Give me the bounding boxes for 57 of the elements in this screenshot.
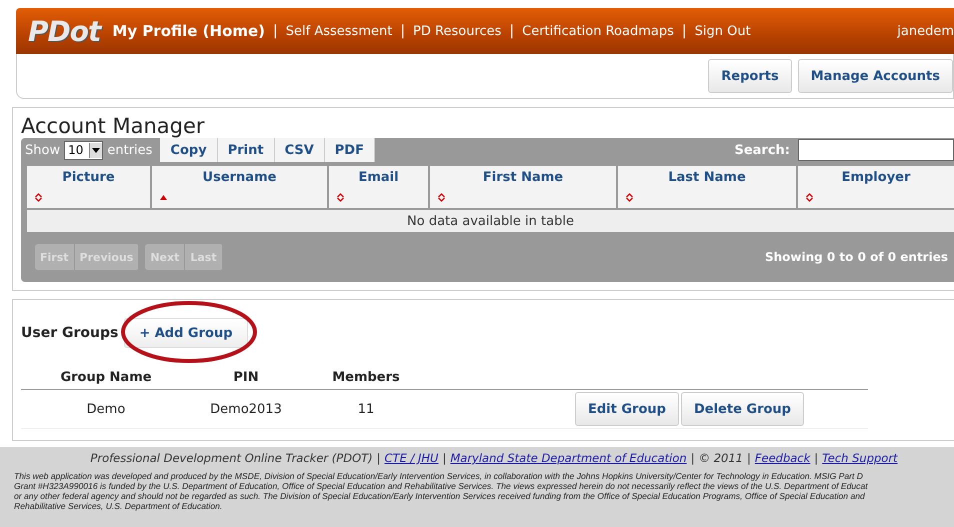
caret-icon bbox=[92, 148, 100, 152]
table-cell: 11 bbox=[301, 390, 431, 429]
show-label: Show bbox=[25, 142, 60, 158]
separator: | bbox=[682, 23, 687, 39]
column-header[interactable]: First Name bbox=[430, 166, 616, 208]
export-button[interactable]: CSV bbox=[274, 138, 325, 162]
logo: PDot bbox=[28, 14, 100, 48]
toolbar-button[interactable]: Manage Accounts bbox=[798, 59, 953, 93]
separator: | bbox=[400, 23, 406, 39]
table-cell: Demo2013 bbox=[191, 390, 301, 429]
disclaimer-line: or any other federal agency and should not be regarded as such. The Division of Special Education/Early Intervention Services received funding from the Office of Special Education Programs, Office of Special Education and bbox=[14, 491, 866, 501]
nav-link[interactable]: My Profile (Home) bbox=[112, 22, 266, 40]
search-label: Search: bbox=[734, 142, 790, 158]
column-header[interactable]: Email bbox=[329, 166, 428, 208]
separator: | bbox=[442, 451, 446, 465]
footer-link[interactable]: Tech Support bbox=[822, 451, 898, 465]
column-header: Members bbox=[301, 366, 431, 390]
column-header: Group Name bbox=[21, 366, 191, 390]
search-field[interactable] bbox=[798, 139, 954, 161]
table-info: Showing 0 to 0 of 0 entries bbox=[764, 250, 948, 264]
nav-link[interactable]: Sign Out bbox=[694, 24, 751, 38]
group-action-button[interactable]: Delete Group bbox=[680, 392, 804, 426]
column-header: PIN bbox=[191, 366, 301, 390]
footer-link[interactable]: CTE / JHU bbox=[384, 451, 438, 465]
export-button[interactable]: PDF bbox=[324, 138, 375, 162]
separator: | bbox=[814, 451, 818, 465]
nav-link[interactable]: Certification Roadmaps bbox=[522, 24, 674, 38]
toolbar-button[interactable]: Reports bbox=[708, 59, 792, 93]
footer-text: © 2011 bbox=[698, 451, 743, 465]
table-cell: Demo bbox=[21, 390, 191, 429]
empty-message: No data available in table bbox=[27, 210, 954, 232]
export-button[interactable]: Print bbox=[218, 138, 275, 162]
disclaimer-line: Grant #H323A990016 is funded by the U.S. Department of Education, Office of Special Education and Rehabilitative Services. The views expressed herein do not necessarily reflect the views of the U.S. Department of Educat bbox=[14, 481, 869, 491]
export-button[interactable]: Copy bbox=[160, 138, 218, 162]
column-header[interactable]: Employer bbox=[798, 166, 954, 208]
nav-link[interactable]: Self Assessment bbox=[286, 24, 392, 38]
group-action-button[interactable]: Edit Group bbox=[575, 392, 679, 426]
panel-title: Account Manager bbox=[21, 114, 206, 138]
entries-label: entries bbox=[107, 142, 152, 158]
add-group-button[interactable]: + Add Group bbox=[124, 318, 248, 348]
page-size-select[interactable]: 10 bbox=[64, 140, 104, 160]
column-header[interactable]: Picture bbox=[27, 166, 150, 208]
column-header[interactable]: Last Name bbox=[618, 166, 796, 208]
separator: | bbox=[509, 23, 514, 39]
footer-link[interactable]: Feedback bbox=[754, 451, 810, 465]
footer-text: Professional Development Online Tracker (PDOT) bbox=[90, 451, 373, 465]
nav-link[interactable]: PD Resources bbox=[413, 24, 502, 38]
separator: | bbox=[273, 23, 278, 39]
footer-link[interactable]: Maryland State Department of Education bbox=[450, 451, 687, 465]
disclaimer-line: This web application was developed and produced by the MSDE, Division of Special Education/Early Intervention Services, in collaboration with the Johns Hopkins University/Center for Technology in Education. MSIG Part D bbox=[14, 471, 864, 481]
column-header[interactable]: Username bbox=[152, 166, 327, 208]
separator: | bbox=[690, 451, 695, 465]
separator: | bbox=[747, 451, 751, 465]
section-title: User Groups bbox=[21, 325, 118, 341]
username: janedem bbox=[897, 24, 954, 38]
disclaimer-line: Rehabilitative Services, U.S. Department of Education. bbox=[14, 501, 224, 511]
separator: | bbox=[376, 451, 381, 465]
